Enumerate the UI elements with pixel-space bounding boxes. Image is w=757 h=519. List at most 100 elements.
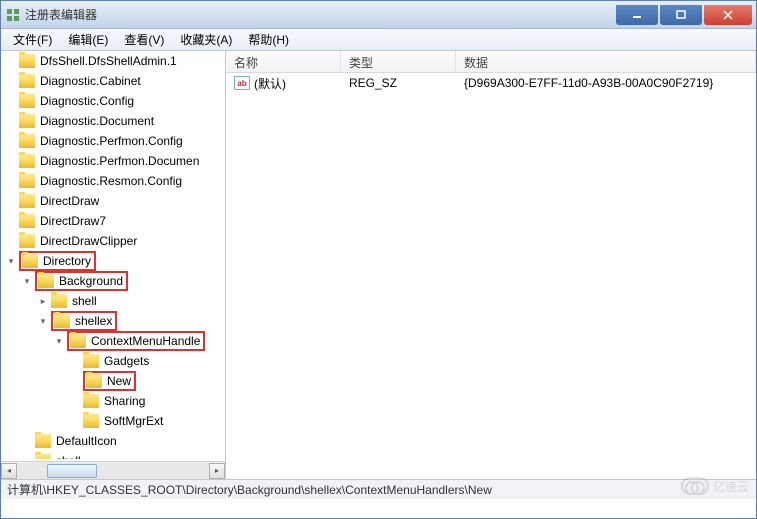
tree-item[interactable]: DfsShell.DfsShellAdmin.1 — [1, 51, 225, 71]
toggle-spacer — [5, 195, 17, 207]
tree-item[interactable]: New — [1, 371, 225, 391]
tree-item[interactable]: Diagnostic.Perfmon.Documen — [1, 151, 225, 171]
tree-item-label: Gadgets — [102, 353, 151, 369]
collapse-icon[interactable]: ▾ — [21, 275, 33, 287]
scroll-thumb[interactable] — [47, 464, 97, 478]
scroll-track[interactable] — [17, 463, 209, 479]
tree-item[interactable]: ▾ shellex — [1, 311, 225, 331]
tree-item-label: shellex — [73, 313, 114, 329]
folder-icon — [19, 134, 35, 148]
app-icon — [5, 7, 21, 23]
tree-item[interactable]: ▾ Background — [1, 271, 225, 291]
folder-icon — [19, 234, 35, 248]
scroll-right-button[interactable]: ▸ — [209, 463, 225, 479]
titlebar[interactable]: 注册表编辑器 — [1, 1, 756, 29]
toggle-spacer — [5, 135, 17, 147]
tree-item-label: Directory — [41, 253, 93, 269]
tree-item[interactable]: DirectDraw7 — [1, 211, 225, 231]
collapse-icon[interactable]: ▾ — [37, 315, 49, 327]
folder-icon — [19, 154, 35, 168]
tree-item-label: Diagnostic.Resmon.Config — [38, 173, 184, 189]
tree-item-label: Diagnostic.Cabinet — [38, 73, 143, 89]
toggle-spacer — [21, 435, 33, 447]
list-row[interactable]: ab (默认) REG_SZ{D969A300-E7FF-11d0-A93B-00A… — [226, 73, 756, 93]
minimize-button[interactable] — [616, 5, 658, 25]
tree-item-label: DfsShell.DfsShellAdmin.1 — [38, 53, 179, 69]
toggle-spacer — [69, 375, 81, 387]
column-header-data[interactable]: 数据 — [456, 51, 756, 72]
tree-item-label: Background — [57, 273, 125, 289]
menu-favorites[interactable]: 收藏夹(A) — [172, 29, 240, 50]
list-header: 名称 类型 数据 — [226, 51, 756, 73]
tree-item[interactable]: ▸shell — [1, 451, 225, 459]
tree-item[interactable]: ▾ Directory — [1, 251, 225, 271]
toggle-spacer — [5, 95, 17, 107]
tree-item-label: Diagnostic.Perfmon.Documen — [38, 153, 201, 169]
maximize-button[interactable] — [660, 5, 702, 25]
tree-item-label: Diagnostic.Config — [38, 93, 136, 109]
folder-icon — [35, 454, 51, 459]
window-controls — [616, 5, 752, 25]
toggle-spacer — [69, 395, 81, 407]
tree-item-label: DefaultIcon — [54, 433, 119, 449]
toggle-spacer — [69, 355, 81, 367]
folder-icon — [70, 334, 86, 348]
tree-item-label: ContextMenuHandle — [89, 333, 202, 349]
tree-item-label: SoftMgrExt — [102, 413, 165, 429]
tree-item[interactable]: ▸shell — [1, 291, 225, 311]
expand-icon[interactable]: ▸ — [37, 295, 49, 307]
column-header-type[interactable]: 类型 — [341, 51, 456, 72]
menu-help[interactable]: 帮助(H) — [240, 29, 297, 50]
menu-file[interactable]: 文件(F) — [5, 29, 60, 50]
close-button[interactable] — [704, 5, 752, 25]
string-value-icon: ab — [234, 76, 250, 90]
folder-icon — [83, 414, 99, 428]
folder-icon — [19, 74, 35, 88]
collapse-icon[interactable]: ▾ — [53, 335, 65, 347]
menubar: 文件(F) 编辑(E) 查看(V) 收藏夹(A) 帮助(H) — [1, 29, 756, 51]
menu-view[interactable]: 查看(V) — [116, 29, 172, 50]
folder-icon — [51, 294, 67, 308]
toggle-spacer — [5, 175, 17, 187]
tree-item[interactable]: DirectDrawClipper — [1, 231, 225, 251]
toggle-spacer — [5, 115, 17, 127]
toggle-spacer — [5, 155, 17, 167]
tree-item-label: Diagnostic.Document — [38, 113, 156, 129]
tree-item-label: Diagnostic.Perfmon.Config — [38, 133, 185, 149]
tree-item[interactable]: Diagnostic.Document — [1, 111, 225, 131]
statusbar: 计算机\HKEY_CLASSES_ROOT\Directory\Backgrou… — [1, 479, 756, 499]
folder-icon — [83, 354, 99, 368]
tree-scroll[interactable]: DfsShell.DfsShellAdmin.1 Diagnostic.Cabin… — [1, 51, 225, 459]
tree-item[interactable]: DefaultIcon — [1, 431, 225, 451]
folder-icon — [19, 54, 35, 68]
collapse-icon[interactable]: ▾ — [5, 255, 17, 267]
toggle-spacer — [69, 415, 81, 427]
window-title: 注册表编辑器 — [25, 6, 616, 23]
value-name: (默认) — [254, 75, 286, 92]
folder-icon — [22, 254, 38, 268]
folder-icon — [19, 94, 35, 108]
tree-item-label: DirectDraw — [38, 193, 101, 209]
tree-item[interactable]: Diagnostic.Resmon.Config — [1, 171, 225, 191]
expand-icon[interactable]: ▸ — [21, 455, 33, 459]
column-header-name[interactable]: 名称 — [226, 51, 341, 72]
content-area: DfsShell.DfsShellAdmin.1 Diagnostic.Cabin… — [1, 51, 756, 479]
tree-item[interactable]: Gadgets — [1, 351, 225, 371]
tree-item[interactable]: Diagnostic.Perfmon.Config — [1, 131, 225, 151]
tree-item[interactable]: Sharing — [1, 391, 225, 411]
tree-item[interactable]: ▾ ContextMenuHandle — [1, 331, 225, 351]
status-path: 计算机\HKEY_CLASSES_ROOT\Directory\Backgrou… — [7, 481, 492, 498]
tree-item[interactable]: Diagnostic.Cabinet — [1, 71, 225, 91]
tree-item-label: DirectDraw7 — [38, 213, 108, 229]
list-panel: 名称 类型 数据 ab (默认) REG_SZ{D969A300-E7FF-11d0… — [226, 51, 756, 479]
value-type: REG_SZ — [341, 74, 456, 92]
folder-icon — [38, 274, 54, 288]
tree-item[interactable]: Diagnostic.Config — [1, 91, 225, 111]
value-data: {D969A300-E7FF-11d0-A93B-00A0C90F2719} — [456, 74, 756, 92]
folder-icon — [54, 314, 70, 328]
scroll-left-button[interactable]: ◂ — [1, 463, 17, 479]
tree-item[interactable]: DirectDraw — [1, 191, 225, 211]
horizontal-scrollbar[interactable]: ◂ ▸ — [1, 461, 225, 479]
menu-edit[interactable]: 编辑(E) — [60, 29, 116, 50]
tree-item[interactable]: SoftMgrExt — [1, 411, 225, 431]
